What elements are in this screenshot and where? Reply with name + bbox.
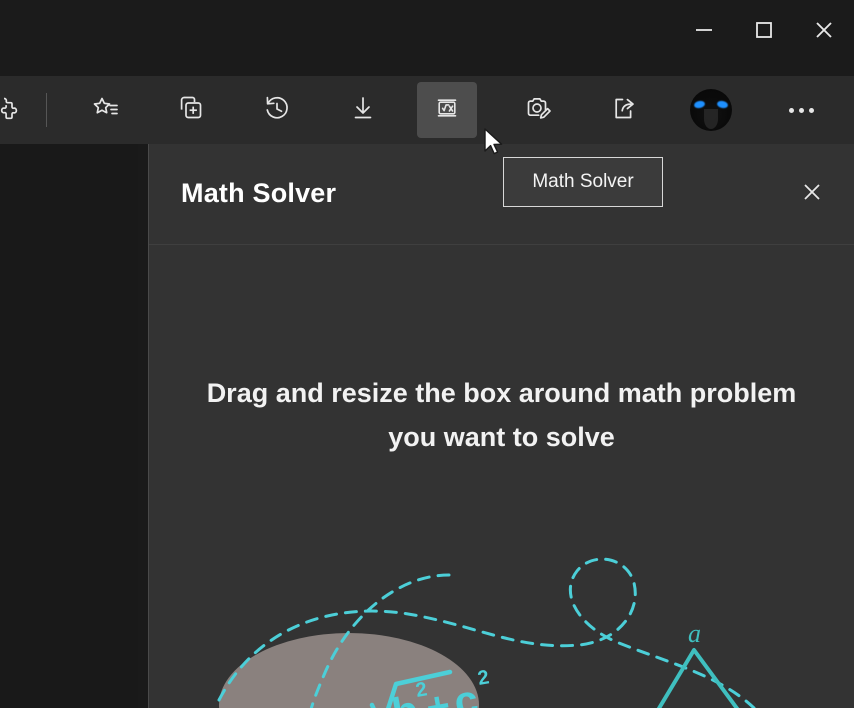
minimize-button[interactable] bbox=[674, 1, 734, 59]
profile-avatar bbox=[690, 89, 732, 131]
toolbar-button-downloads[interactable] bbox=[333, 82, 393, 138]
browser-toolbar bbox=[0, 76, 854, 144]
toolbar-button-collections[interactable] bbox=[161, 82, 221, 138]
browser-window: Math Solver Drag and resize the box arou… bbox=[0, 0, 854, 708]
avatar-eye-left bbox=[693, 99, 706, 110]
formula-radicand-second: c bbox=[450, 676, 481, 708]
formula-exponent-second: 2 bbox=[476, 666, 491, 690]
history-icon bbox=[261, 92, 293, 129]
avatar-snout bbox=[704, 109, 718, 129]
maximize-icon bbox=[751, 17, 777, 43]
toolbar-button-history[interactable] bbox=[247, 82, 307, 138]
tooltip-label: Math Solver bbox=[532, 171, 634, 192]
avatar-eye-right bbox=[716, 99, 729, 110]
window-controls bbox=[674, 0, 854, 60]
toolbar-button-math-solver[interactable] bbox=[417, 82, 477, 138]
collections-icon bbox=[175, 92, 207, 129]
screenshot-icon bbox=[521, 92, 553, 129]
toolbar-button-share[interactable] bbox=[595, 82, 655, 138]
toolbar-button-extensions[interactable] bbox=[0, 82, 38, 138]
downloads-icon bbox=[347, 92, 379, 129]
math-solver-panel: Math Solver Drag and resize the box arou… bbox=[148, 144, 854, 708]
more-icon bbox=[788, 107, 814, 113]
math-illustration: a b 2 + c 2 a b c bbox=[217, 557, 756, 708]
page-left-region bbox=[0, 144, 138, 708]
triangle-label-a: a bbox=[688, 619, 701, 648]
toolbar-button-profile[interactable] bbox=[681, 82, 741, 138]
tooltip: Math Solver bbox=[503, 157, 663, 207]
triangle-shape bbox=[656, 648, 740, 708]
toolbar-button-web-capture[interactable] bbox=[507, 82, 567, 138]
share-icon bbox=[609, 92, 641, 129]
cursor-arrow-icon bbox=[484, 128, 503, 155]
title-bar bbox=[0, 0, 854, 76]
maximize-button[interactable] bbox=[734, 1, 794, 59]
close-icon bbox=[809, 15, 839, 45]
minimize-icon bbox=[691, 17, 717, 43]
panel-body: Drag and resize the box around math prob… bbox=[149, 245, 854, 708]
toolbar-button-settings-more[interactable] bbox=[771, 82, 831, 138]
toolbar-button-favorites[interactable] bbox=[75, 82, 135, 138]
toolbar-divider bbox=[46, 93, 47, 127]
favorites-icon bbox=[89, 92, 121, 129]
extensions-icon bbox=[0, 93, 23, 128]
close-icon bbox=[798, 178, 826, 211]
page-title: Math Solver bbox=[181, 178, 337, 208]
triangle-diagram: a b c bbox=[627, 619, 740, 708]
panel-close-button[interactable] bbox=[790, 174, 834, 214]
mouse-cursor bbox=[483, 128, 507, 165]
close-button[interactable] bbox=[794, 1, 854, 59]
math-solver-icon bbox=[431, 92, 463, 129]
